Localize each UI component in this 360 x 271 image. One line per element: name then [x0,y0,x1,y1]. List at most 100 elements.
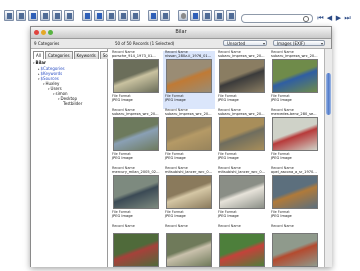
edit-button[interactable] [28,10,38,21]
record-cell[interactable]: Record Name mitsubishi_lancer_wrc_0... Fil… [163,166,215,225]
sort-select-value: Unsorted [227,41,246,46]
record-count: 50 of 50 Records (1 Selected) [115,41,175,46]
record-cell[interactable]: Record Name subaru_impreza_wrc_20... File … [216,50,268,109]
file-format-value: JPEG Image [165,98,186,102]
car-thumbnail[interactable] [113,175,159,209]
tree-item[interactable]: Testbilder [63,101,82,106]
record-name-value: opel_ascona_a_sr_1970... [271,170,317,174]
car-thumbnail[interactable] [219,175,265,209]
car-thumbnail[interactable] [219,233,265,267]
flag-button[interactable] [202,10,212,21]
record-name-label: Record Name [218,224,241,228]
info-button[interactable] [178,10,188,21]
car-thumbnail[interactable] [166,59,212,93]
scrollbar-thumb[interactable] [326,73,331,115]
record-cell[interactable]: Record Name nissan_280z-ii_1976_01... File… [163,50,215,109]
record-name-value: mitsubishi_lancer_wrc_0... [218,170,266,174]
file-format-value: JPEG Image [218,156,239,160]
record-name-value: subaru_impreza_wrc_20... [112,112,159,116]
car-thumbnail[interactable] [219,59,265,93]
record-cell[interactable]: Record Name subaru_impreza_wrc_20... File … [216,108,268,167]
car-thumbnail[interactable] [166,233,212,267]
car-thumbnail[interactable] [113,233,159,267]
import-button[interactable] [16,10,26,21]
record-cell[interactable]: Record Name porsche_914_1973_01... File Fo… [110,50,162,109]
record-name-value: mercury_milan_2005_02... [112,170,160,174]
record-name-value: subaru_impreza_wrc_20... [218,54,265,58]
record-name-value: subaru_impreza_wrc_20... [271,54,318,58]
record-name-value: mercedes-benz_280_se... [271,112,317,116]
label-button[interactable] [148,10,158,21]
record-name-label: Record Name [271,224,294,228]
record-name-value: porsche_914_1973_01... [112,54,156,58]
title-bar: Bilar [31,27,331,39]
car-thumbnail[interactable] [272,117,318,151]
record-cell[interactable]: Record Name [163,224,215,267]
tab-all[interactable]: All [33,51,44,59]
disclosure-open-icon[interactable]: ▾ [33,61,35,65]
record-cell[interactable]: Record Name [216,224,268,267]
disclosure-open-icon[interactable]: ▾ [53,92,55,96]
export-button[interactable] [64,10,74,21]
view-columns-button[interactable] [118,10,128,21]
record-cell[interactable]: Record Name [269,224,321,267]
record-cell[interactable]: Record Name mercedes-benz_280_se... File F… [269,108,321,167]
record-cell[interactable]: Record Name [110,224,162,267]
record-cell[interactable]: Record Name mitsubishi_lancer_wrc_0... Fil… [216,166,268,225]
record-cell[interactable]: Record Name mercury_milan_2005_02... File … [110,166,162,225]
new-record-button[interactable] [4,10,14,21]
file-format-value: JPEG Image [112,156,133,160]
file-format-value: JPEG Image [165,156,186,160]
search-input[interactable] [241,14,313,23]
record-cell[interactable]: Record Name subaru_impreza_wrc_20... File … [163,108,215,167]
car-thumbnail[interactable] [272,59,318,93]
car-thumbnail[interactable] [272,175,318,209]
car-thumbnail[interactable] [166,117,212,151]
record-cell[interactable]: Record Name subaru_impreza_wrc_20... File … [110,108,162,167]
sidebar: All Categories Keywords Sources ▾Bilar▸$… [31,49,122,267]
car-thumbnail[interactable] [272,233,318,267]
disclosure-open-icon[interactable]: ▾ [48,87,50,91]
type-select-value: Images (EXIF) [277,41,305,46]
last-record-icon[interactable]: ⏭ [344,15,351,22]
status-bar: 9 Categories 50 of 50 Records (1 Selecte… [31,39,331,49]
file-format-value: JPEG Image [112,98,133,102]
car-thumbnail[interactable] [219,117,265,151]
previous-record-icon[interactable]: ◀ [326,15,333,22]
view-grid-button[interactable] [94,10,104,21]
tab-categories[interactable]: Categories [44,51,73,59]
search-menu-button[interactable] [226,10,236,21]
view-icons-button[interactable] [130,10,140,21]
search-icon [303,16,309,22]
disclosure-open-icon[interactable]: ▾ [38,77,40,81]
tree-item-label: Testbilder [63,101,83,106]
file-format-value: JPEG Image [271,214,292,218]
record-cell[interactable]: Record Name subaru_impreza_wrc_20... File … [269,50,321,109]
car-thumbnail[interactable] [113,59,159,93]
type-select[interactable]: Images (EXIF) ▾ [273,40,325,46]
chevron-down-icon: ▾ [262,41,265,46]
next-record-icon[interactable]: ▶ [335,15,342,22]
first-record-icon[interactable]: ⏮ [317,15,324,22]
record-cell[interactable]: Record Name opel_ascona_a_sr_1970... File … [269,166,321,225]
file-format-value: JPEG Image [271,98,292,102]
car-thumbnail[interactable] [166,175,212,209]
disclosure-open-icon[interactable]: ▾ [58,97,60,101]
duplicate-button[interactable] [40,10,50,21]
main-window: Bilar 9 Categories 50 of 50 Records (1 S… [30,26,332,267]
vertical-scrollbar[interactable] [324,49,332,267]
disclosure-open-icon[interactable]: ▾ [43,82,45,86]
window-title: Bilar [175,29,187,35]
sort-select[interactable]: Unsorted ▾ [223,40,267,46]
record-name-value: subaru_impreza_wrc_20... [218,112,265,116]
tools-button[interactable] [214,10,224,21]
car-thumbnail[interactable] [113,117,159,151]
view-split-button[interactable] [106,10,116,21]
open-button[interactable] [52,10,62,21]
toolbar: ⏮ ◀ ▶ ⏭ [4,4,356,25]
tag-button[interactable] [190,10,200,21]
view-list-button[interactable] [82,10,92,21]
print-button[interactable] [160,10,170,21]
chevron-down-icon: ▾ [320,41,323,46]
tab-keywords[interactable]: Keywords [73,51,99,59]
